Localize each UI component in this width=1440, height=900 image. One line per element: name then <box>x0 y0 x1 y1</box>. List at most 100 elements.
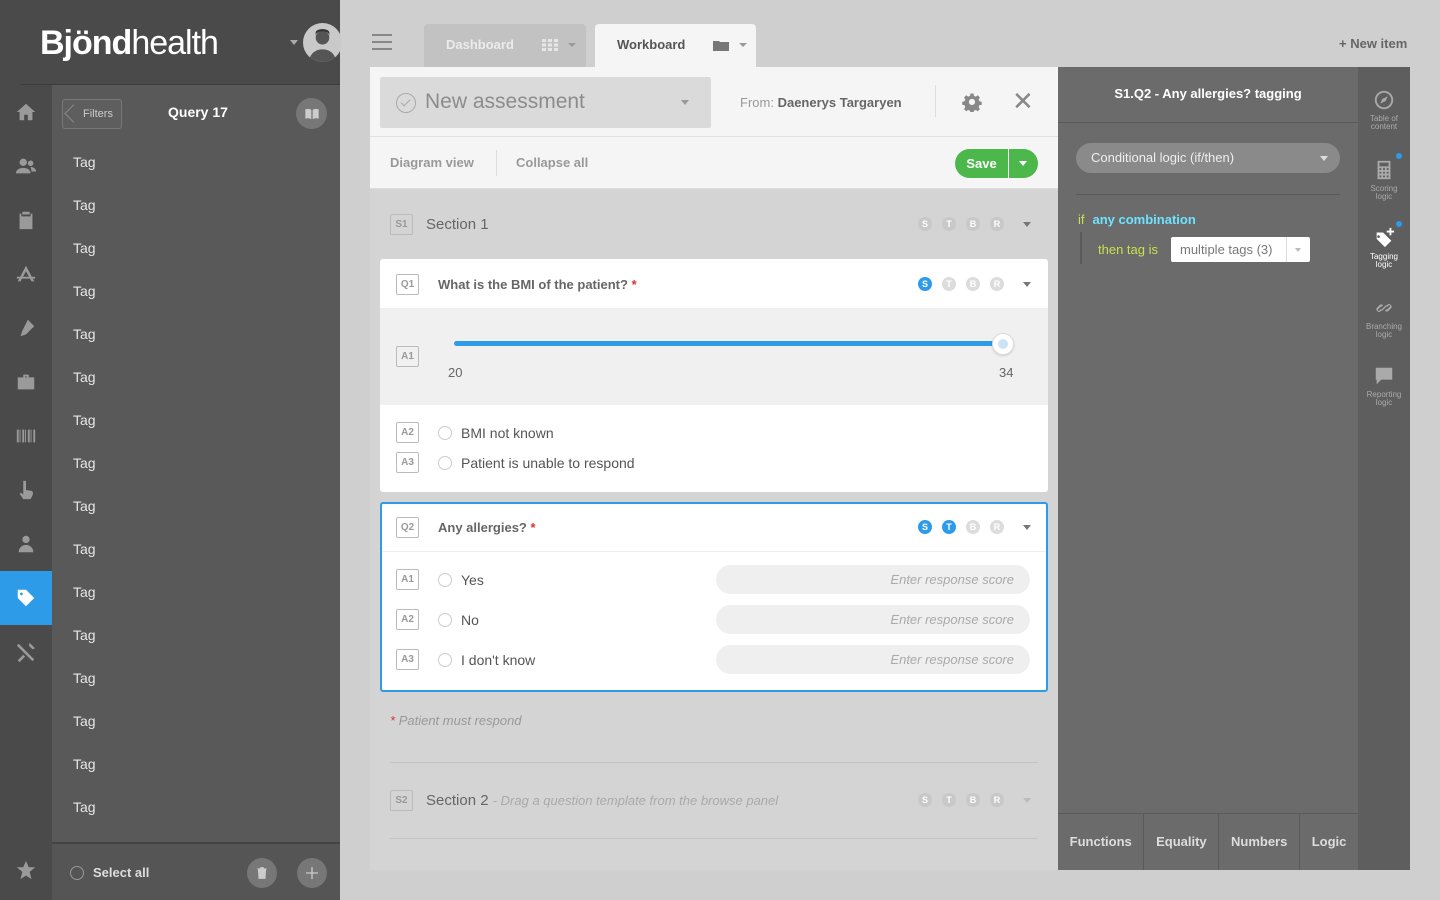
tag-list-item[interactable]: Tag <box>52 141 340 184</box>
star-icon[interactable] <box>0 848 52 892</box>
tag-list-item[interactable]: Tag <box>52 614 340 657</box>
tab-workboard[interactable]: Workboard <box>595 24 756 68</box>
tag-list-item[interactable]: Tag <box>52 657 340 700</box>
flag-t[interactable]: T <box>942 520 956 534</box>
diagram-view-link[interactable]: Diagram view <box>390 155 474 170</box>
collapse-all-link[interactable]: Collapse all <box>516 155 588 170</box>
flag-b[interactable]: B <box>966 277 980 291</box>
answer-radio[interactable] <box>438 456 452 470</box>
chevron-down-icon[interactable] <box>1023 282 1031 287</box>
reporting-logic-tool[interactable]: Reporting logic <box>1358 365 1410 407</box>
save-button[interactable]: Save <box>955 149 1008 178</box>
conditional-logic-select[interactable]: Conditional logic (if/then) <box>1076 143 1340 173</box>
table-of-content-tool[interactable]: Table of content <box>1358 89 1410 131</box>
flag-b[interactable]: B <box>966 217 980 231</box>
users-icon[interactable] <box>0 139 52 193</box>
tag-list-item[interactable]: Tag <box>52 442 340 485</box>
tag-list-item[interactable]: Tag <box>52 786 340 829</box>
tag-list-item[interactable]: Tag <box>52 184 340 227</box>
new-item-button[interactable]: + New item <box>1339 36 1407 51</box>
tagging-logic-tool[interactable]: Tagging logic <box>1358 227 1410 269</box>
answer-label[interactable]: Patient is unable to respond <box>461 455 635 471</box>
chevron-down-icon[interactable] <box>1023 525 1031 530</box>
scoring-logic-tool[interactable]: Scoring logic <box>1358 159 1410 201</box>
flag-s[interactable]: S <box>918 520 932 534</box>
trash-icon[interactable] <box>247 858 277 888</box>
select-all-radio[interactable] <box>70 865 84 880</box>
filters-button[interactable]: Filters <box>62 99 122 129</box>
response-score-input[interactable]: Enter response score <box>716 605 1030 634</box>
functions-tab[interactable]: Functions <box>1058 814 1145 870</box>
gear-icon[interactable] <box>962 92 982 112</box>
tag-icon[interactable] <box>0 571 52 625</box>
tag-list-item[interactable]: Tag <box>52 270 340 313</box>
flag-r[interactable]: R <box>990 217 1004 231</box>
response-score-input[interactable]: Enter response score <box>716 645 1030 674</box>
tab-dashboard[interactable]: Dashboard <box>424 24 586 68</box>
question-card-selected[interactable]: Q2 Any allergies? * S T B R A1 Yes Enter r… <box>380 502 1048 692</box>
barcode-icon[interactable] <box>0 409 52 463</box>
numbers-tab[interactable]: Numbers <box>1219 814 1301 870</box>
flag-s[interactable]: S <box>918 217 932 231</box>
tag-list-item[interactable]: Tag <box>52 743 340 786</box>
tag-list-item[interactable]: Tag <box>52 528 340 571</box>
answer-label[interactable]: BMI not known <box>461 425 554 441</box>
answer-label[interactable]: I don't know <box>461 652 535 668</box>
flag-b[interactable]: B <box>966 520 980 534</box>
slider-handle[interactable] <box>992 333 1014 355</box>
answer-radio[interactable] <box>438 573 452 587</box>
avatar[interactable] <box>303 23 342 62</box>
add-icon[interactable] <box>297 858 327 888</box>
tag-list-item[interactable]: Tag <box>52 313 340 356</box>
chevron-down-icon[interactable] <box>739 43 747 47</box>
answer-label[interactable]: Yes <box>461 572 484 588</box>
flag-r[interactable]: R <box>990 277 1004 291</box>
combination-link[interactable]: any combination <box>1093 212 1196 227</box>
tag-list-item[interactable]: Tag <box>52 485 340 528</box>
equality-tab[interactable]: Equality <box>1144 814 1220 870</box>
flag-r[interactable]: R <box>990 520 1004 534</box>
flag-s[interactable]: S <box>918 277 932 291</box>
close-icon[interactable]: ✕ <box>1012 88 1034 114</box>
flag-b[interactable]: B <box>966 793 980 807</box>
flag-t[interactable]: T <box>942 277 956 291</box>
touch-icon[interactable] <box>0 463 52 517</box>
tag-list-item[interactable]: Tag <box>52 700 340 743</box>
person-icon[interactable] <box>0 517 52 571</box>
hamburger-icon[interactable] <box>372 34 392 50</box>
slider-track[interactable] <box>454 341 1004 346</box>
tag-list-item[interactable]: Tag <box>52 227 340 270</box>
chevron-down-icon[interactable] <box>1023 798 1031 803</box>
flag-t[interactable]: T <box>942 793 956 807</box>
query-title: Query 17 <box>168 104 228 120</box>
branching-logic-tool[interactable]: Branching logic <box>1358 297 1410 339</box>
home-icon[interactable] <box>0 85 52 139</box>
logic-tab[interactable]: Logic <box>1300 814 1358 870</box>
tools-icon[interactable] <box>0 625 52 679</box>
tag-list-item[interactable]: Tag <box>52 571 340 614</box>
app-store-icon[interactable] <box>0 247 52 301</box>
chevron-down-icon[interactable] <box>290 40 298 45</box>
chevron-down-icon[interactable] <box>1023 222 1031 227</box>
flag-s[interactable]: S <box>918 793 932 807</box>
pen-icon[interactable] <box>0 301 52 355</box>
chevron-down-icon[interactable] <box>1286 237 1310 262</box>
calculator-icon <box>1377 160 1391 180</box>
answer-radio[interactable] <box>438 426 452 440</box>
select-all[interactable]: Select all <box>70 865 149 880</box>
clipboard-icon[interactable] <box>0 193 52 247</box>
chevron-down-icon[interactable] <box>681 100 689 105</box>
response-score-input[interactable]: Enter response score <box>716 565 1030 594</box>
tag-list-item[interactable]: Tag <box>52 356 340 399</box>
answer-radio[interactable] <box>438 613 452 627</box>
answer-label[interactable]: No <box>461 612 479 628</box>
chevron-down-icon[interactable] <box>568 43 576 47</box>
flag-r[interactable]: R <box>990 793 1004 807</box>
briefcase-icon[interactable] <box>0 355 52 409</box>
save-options-button[interactable] <box>1009 149 1038 178</box>
answer-radio[interactable] <box>438 653 452 667</box>
book-icon[interactable] <box>296 98 327 129</box>
tag-list-item[interactable]: Tag <box>52 399 340 442</box>
assessment-selector[interactable]: New assessment <box>380 77 711 128</box>
flag-t[interactable]: T <box>942 217 956 231</box>
